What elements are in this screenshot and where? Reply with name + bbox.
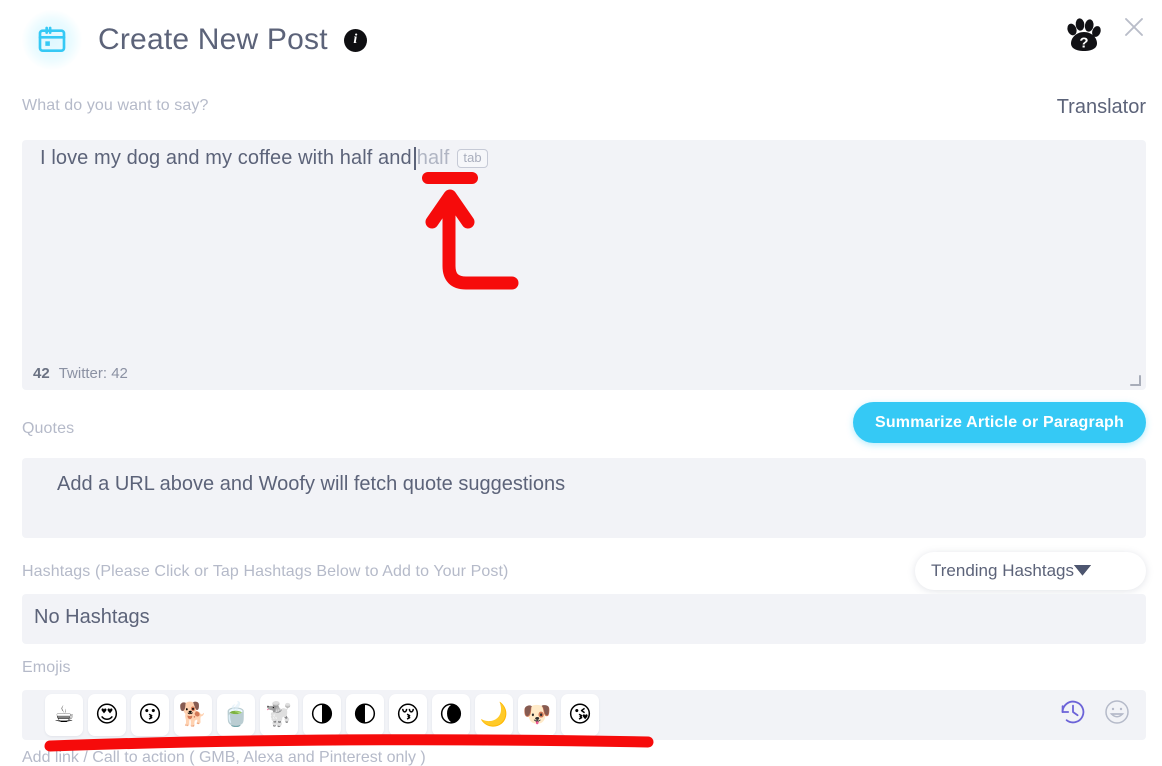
create-post-dialog: Create New Post i ? What do you want to … (0, 0, 1162, 766)
calendar-icon (22, 10, 82, 70)
history-clock-icon[interactable] (1058, 697, 1088, 732)
compose-label: What do you want to say? (22, 97, 209, 114)
emoji-actions (1058, 697, 1132, 732)
hashtags-label: Hashtags (Please Click or Tap Hashtags B… (22, 563, 509, 580)
title-group: Create New Post i (22, 10, 367, 70)
close-icon[interactable] (1117, 10, 1151, 44)
compose-text-content: I love my dog and my coffee with half an… (40, 147, 488, 170)
emojis-label: Emojis (22, 659, 71, 676)
info-icon[interactable]: i (343, 28, 367, 52)
hashtags-empty-text: No Hashtags (34, 606, 150, 628)
trending-hashtags-dropdown[interactable]: Trending Hashtags (915, 552, 1146, 590)
emoji-smiling-face-with-heart-eyes[interactable]: 😍 (88, 694, 126, 736)
page-title: Create New Post (98, 23, 328, 56)
emoji-crescent-moon[interactable]: 🌙 (475, 694, 513, 736)
character-counter: 42 Twitter: 42 (33, 365, 128, 382)
compose-textarea[interactable]: I love my dog and my coffee with half an… (22, 140, 1146, 390)
emoji-hot-beverage[interactable]: ☕ (45, 694, 83, 736)
emoji-poodle[interactable]: 🐩 (260, 694, 298, 736)
paw-help-icon[interactable]: ? (1059, 12, 1105, 58)
smiley-face-icon[interactable] (1102, 697, 1132, 732)
emoji-first-quarter-moon[interactable]: 🌓 (346, 694, 384, 736)
emoji-list: ☕ 😍 😗 🐕 🍵 🐩 🌗 🌓 😚 🌘 🌙 🐶 😘 (45, 694, 599, 736)
add-link-label: Add link / Call to action ( GMB, Alexa a… (22, 749, 426, 766)
autocomplete-suggestion[interactable]: half (417, 147, 450, 170)
svg-text:?: ? (1079, 35, 1088, 52)
emoji-dog-face[interactable]: 🐶 (518, 694, 556, 736)
translator-label[interactable]: Translator (1057, 96, 1146, 119)
char-count-total: 42 (33, 365, 50, 382)
resize-grip[interactable] (1129, 374, 1142, 387)
emoji-face-blowing-a-kiss[interactable]: 😘 (561, 694, 599, 736)
quotes-panel: Add a URL above and Woofy will fetch quo… (22, 458, 1146, 538)
emoji-kissing-face-with-closed-eyes[interactable]: 😚 (389, 694, 427, 736)
emoji-last-quarter-moon[interactable]: 🌗 (303, 694, 341, 736)
chevron-down-icon (1074, 561, 1132, 581)
emoji-waning-crescent-moon[interactable]: 🌘 (432, 694, 470, 736)
emoji-dog[interactable]: 🐕 (174, 694, 212, 736)
quotes-label: Quotes (22, 420, 75, 437)
tab-key-badge: tab (457, 149, 488, 168)
emoji-kissing-face[interactable]: 😗 (131, 694, 169, 736)
summarize-button[interactable]: Summarize Article or Paragraph (852, 402, 1146, 443)
dialog-header: Create New Post i ? (0, 0, 1162, 78)
hashtags-panel: No Hashtags (22, 594, 1146, 644)
char-count-twitter: Twitter: 42 (58, 365, 128, 382)
emoji-teacup-without-handle[interactable]: 🍵 (217, 694, 255, 736)
emoji-bar: ☕ 😍 😗 🐕 🍵 🐩 🌗 🌓 😚 🌘 🌙 🐶 😘 (22, 690, 1146, 740)
red-underline-emoji-bar (44, 734, 654, 752)
text-caret (413, 147, 416, 170)
quotes-placeholder: Add a URL above and Woofy will fetch quo… (57, 473, 566, 495)
compose-typed-text: I love my dog and my coffee with half an… (40, 147, 412, 169)
trending-hashtags-value: Trending Hashtags (931, 561, 1075, 580)
